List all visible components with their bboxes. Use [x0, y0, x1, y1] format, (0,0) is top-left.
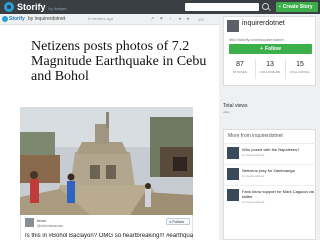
follow-label: Follow: [265, 46, 281, 52]
next-page-icon[interactable]: ▸: [186, 17, 191, 22]
more-story-author: by inquirerdotnet: [242, 200, 265, 204]
like-icon[interactable]: ♥: [159, 17, 164, 22]
search-input[interactable]: [185, 3, 259, 11]
tweet-text: Is this in #Bohol Baclayon? OMG so heart…: [25, 233, 193, 239]
list-item[interactable]: Fans show support for Mark Caguioa via t…: [224, 185, 317, 209]
story-panel: Storify by inquirerdotnet 6 minutes ago …: [0, 14, 219, 240]
list-item[interactable]: Netizens pray for Zamboanga by inquirerd…: [224, 164, 317, 185]
page-indicator: 1/3: [198, 17, 204, 22]
profile-url[interactable]: http://storify.com/inquirerdotnet: [229, 37, 284, 42]
more-stories-title: More from inquirerdotnet: [228, 133, 283, 139]
story-timestamp: 6 minutes ago: [88, 16, 114, 21]
story-thumbnail: [227, 189, 239, 201]
storify-small-logo-icon: [2, 16, 8, 22]
share-icon[interactable]: ↗: [150, 17, 155, 22]
earthquake-photo[interactable]: [20, 107, 193, 215]
profile-name[interactable]: inquirerdotnet: [242, 20, 285, 27]
stat-label: FOLLOWING: [290, 70, 310, 74]
total-views-label: Total views: [223, 103, 248, 109]
brand-sub: by livefyre: [48, 6, 67, 11]
stat-following[interactable]: 15 FOLLOWING: [285, 61, 315, 74]
create-story-button[interactable]: ▪ Create Story: [276, 2, 318, 12]
follow-button[interactable]: + Follow: [229, 44, 312, 54]
stat-stories[interactable]: 87 STORIES: [225, 61, 255, 74]
twitter-follow-label: Follow: [172, 219, 184, 224]
stat-value: 13: [266, 61, 274, 68]
twitter-follow-button[interactable]: ● Follow: [166, 218, 190, 225]
story-toolbar: Storify by inquirerdotnet 6 minutes ago …: [0, 14, 219, 25]
story-brand[interactable]: Storify: [9, 16, 25, 22]
prev-page-icon[interactable]: ◂: [177, 17, 182, 22]
stat-value: 15: [296, 61, 304, 68]
stat-followers[interactable]: 13 FOLLOWERS: [255, 61, 285, 74]
story-thumbnail: [227, 147, 239, 159]
stat-label: FOLLOWERS: [259, 70, 281, 74]
more-story-title: Netizens pray for Zamboanga: [242, 168, 295, 173]
brand-name: Storify: [17, 2, 46, 12]
embed-icon[interactable]: ‹: [168, 17, 173, 22]
sidebar: inquirerdotnet http://storify.com/inquir…: [219, 14, 320, 240]
more-story-author: by inquirerdotnet: [242, 174, 265, 178]
stat-label: STORIES: [232, 70, 248, 74]
list-item[interactable]: Who posed with the Napoleses? by inquire…: [224, 143, 317, 164]
more-stories-panel: More from inquirerdotnet Who posed with …: [223, 129, 317, 240]
tweet-card: Imon @mindanaoan ● Follow Is this in #Bo…: [20, 215, 193, 240]
total-views-sub: older: [223, 110, 230, 114]
profile-card: inquirerdotnet http://storify.com/inquir…: [223, 16, 316, 86]
more-story-title: Fans show support for Mark Caguioa via t…: [242, 189, 314, 199]
storify-logo-icon: [4, 2, 14, 12]
twitter-bird-icon: ●: [169, 219, 172, 224]
more-story-author: by inquirerdotnet: [242, 153, 265, 157]
earthquake-photo-image: [20, 107, 193, 215]
avatar[interactable]: [227, 20, 239, 32]
plus-icon: +: [260, 46, 264, 52]
top-navigation-bar: Storify by livefyre ▪ Create Story: [0, 0, 320, 14]
story-thumbnail: [227, 168, 239, 180]
plus-icon: ▪: [279, 3, 281, 10]
stat-value: 87: [236, 61, 244, 68]
search-icon[interactable]: [262, 3, 269, 10]
story-author[interactable]: by inquirerdotnet: [28, 16, 65, 22]
storify-logo[interactable]: Storify by livefyre: [4, 1, 67, 13]
story-headline: Netizens posts photos of 7.2 Magnitude E…: [31, 39, 207, 84]
avatar[interactable]: [25, 218, 34, 227]
tweet-author-handle[interactable]: @mindanaoan: [37, 223, 63, 228]
create-story-label: Create Story: [282, 4, 313, 10]
more-story-title: Who posed with the Napoleses?: [242, 147, 300, 152]
